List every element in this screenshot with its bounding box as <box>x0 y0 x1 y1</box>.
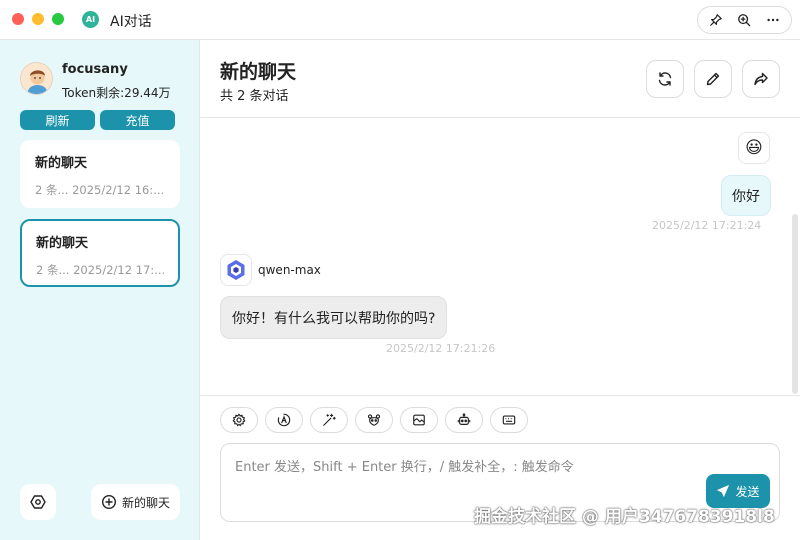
avatar[interactable] <box>20 62 53 95</box>
message-count: 共 2 条对话 <box>220 89 289 104</box>
share-icon <box>754 72 768 86</box>
token-balance: Token剩余:29.44万 <box>62 86 171 100</box>
keyboard-icon <box>502 415 516 425</box>
tool-keyboard-button[interactable] <box>490 407 528 433</box>
tool-robot-button[interactable] <box>445 407 483 433</box>
close-window-button[interactable] <box>12 13 24 25</box>
maximize-window-button[interactable] <box>52 13 64 25</box>
page-title: 新的聊天 <box>220 61 297 83</box>
pin-button[interactable] <box>705 9 727 31</box>
sidebar: focusany Token剩余:29.44万 刷新 充值 新的聊天 2 条..… <box>0 40 200 540</box>
bot-message-time: 2025/2/12 17:21:26 <box>386 342 496 355</box>
qwen-logo-icon <box>227 260 245 280</box>
title-bar: AI AI对话 <box>0 0 800 40</box>
chat-item-meta: 2 条... 2025/2/12 17:... <box>36 263 164 277</box>
tool-settings-button[interactable] <box>220 407 258 433</box>
regenerate-button[interactable] <box>646 60 684 98</box>
tool-image-button[interactable] <box>400 407 438 433</box>
bot-avatar <box>220 254 252 286</box>
share-button[interactable] <box>742 60 780 98</box>
chat-item-title: 新的聊天 <box>36 236 89 251</box>
message-scrollbar[interactable] <box>792 214 798 394</box>
username: focusany <box>62 62 128 77</box>
minimize-window-button[interactable] <box>32 13 44 25</box>
tool-mask-button[interactable] <box>355 407 393 433</box>
model-icon <box>277 413 291 427</box>
user-message-avatar: 😃 <box>738 132 770 164</box>
app-logo: AI <box>82 11 99 28</box>
plus-circle-icon <box>101 494 116 510</box>
bot-model-name: qwen-max <box>258 263 321 277</box>
send-icon <box>717 484 730 498</box>
new-chat-button[interactable]: 新的聊天 <box>91 484 180 520</box>
edit-button[interactable] <box>694 60 732 98</box>
refresh-token-button[interactable]: 刷新 <box>20 110 95 130</box>
chat-item-meta: 2 条... 2025/2/12 16:... <box>35 183 165 197</box>
mask-icon <box>367 414 381 426</box>
message-input[interactable] <box>235 456 765 484</box>
chat-item-title: 新的聊天 <box>35 156 88 171</box>
watermark: 掘金技术社区 @ 用户3476783918l8 <box>474 507 775 527</box>
magic-wand-icon <box>323 413 336 426</box>
more-icon <box>767 18 779 22</box>
send-label: 发送 <box>735 484 760 499</box>
tool-model-button[interactable] <box>265 407 303 433</box>
settings-button[interactable] <box>20 484 56 520</box>
zoom-icon <box>738 14 751 27</box>
settings-icon <box>30 495 46 509</box>
user-message-bubble[interactable]: 你好 <box>721 175 771 216</box>
more-button[interactable] <box>762 9 784 31</box>
zoom-button[interactable] <box>733 9 755 31</box>
pin-icon <box>710 14 723 26</box>
chat-list-item[interactable]: 新的聊天 2 条... 2025/2/12 16:... <box>20 140 180 208</box>
image-icon <box>413 414 425 426</box>
bot-message-bubble[interactable]: 你好！有什么我可以帮助你的吗? <box>220 296 448 339</box>
recharge-button[interactable]: 充值 <box>100 110 175 130</box>
robot-icon <box>457 413 471 425</box>
chat-list-item-active[interactable]: 新的聊天 2 条... 2025/2/12 17:... <box>20 219 180 287</box>
edit-icon <box>706 72 720 86</box>
window-title: AI对话 <box>110 14 152 30</box>
new-chat-label: 新的聊天 <box>121 495 170 510</box>
message-list[interactable]: 😃 你好 2025/2/12 17:21:24 qwen-max 你好！有什么我… <box>200 118 800 395</box>
gear-icon <box>232 413 246 427</box>
user-message-time: 2025/2/12 17:21:24 <box>652 219 762 232</box>
user-avatar-icon <box>21 63 52 94</box>
refresh-icon <box>658 72 672 86</box>
title-toolbar <box>697 6 792 34</box>
composer-toolbar <box>220 407 528 433</box>
tool-magic-button[interactable] <box>310 407 348 433</box>
chat-header: 新的聊天 共 2 条对话 <box>200 40 800 118</box>
